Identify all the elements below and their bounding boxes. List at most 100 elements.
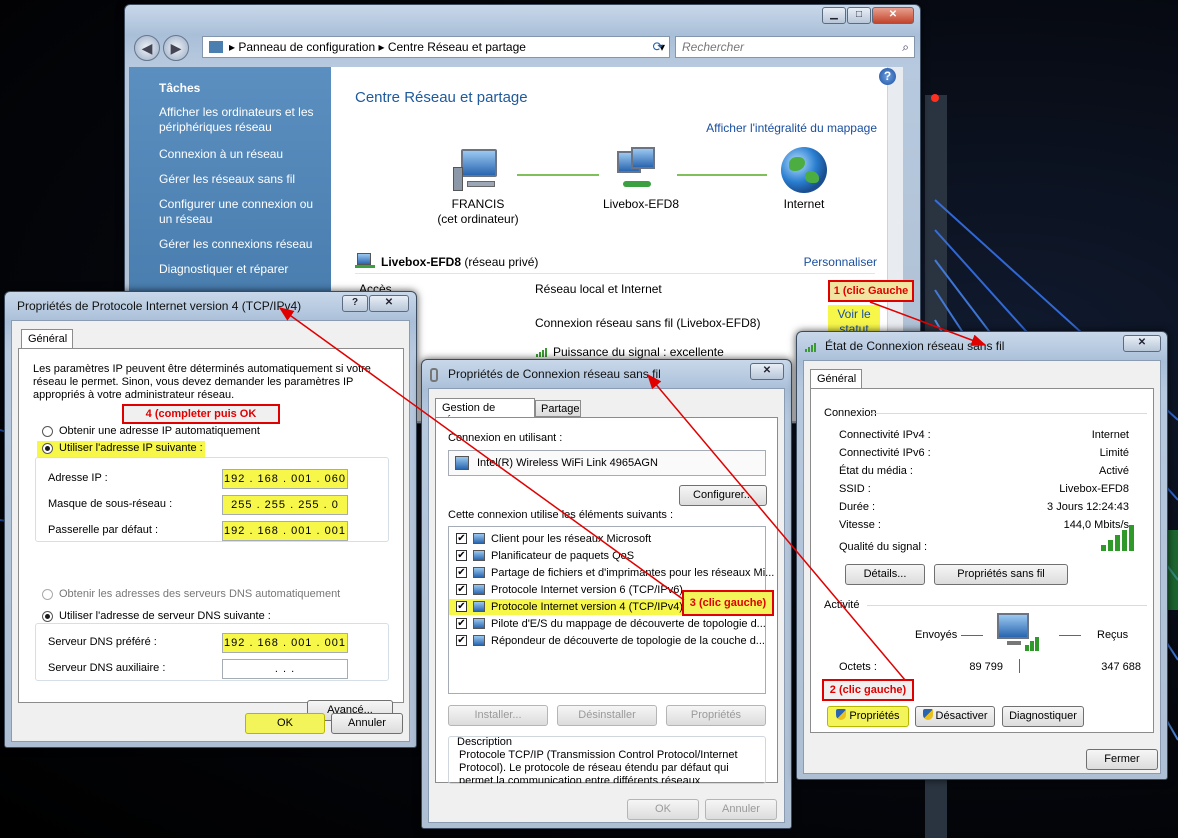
breadcrumb-network-center[interactable]: Centre Réseau et partage (388, 40, 526, 54)
close-button[interactable]: ✕ (872, 7, 914, 24)
auto-ip-radio[interactable] (42, 426, 53, 437)
close-button[interactable]: ✕ (750, 363, 784, 380)
component-icon (473, 550, 485, 561)
wireless-properties-button[interactable]: Propriétés sans fil (934, 564, 1068, 585)
network-name: Livebox-EFD8 (381, 255, 462, 269)
component-checkbox[interactable]: ✔ (456, 550, 467, 561)
task-manage-wireless[interactable]: Gérer les réseaux sans fil (159, 172, 295, 186)
manual-dns-label[interactable]: Utiliser l'adresse de serveur DNS suivan… (59, 610, 271, 622)
component-icon (473, 567, 485, 578)
tab-network[interactable]: Gestion de réseau (435, 398, 535, 426)
maximize-button[interactable]: □ (847, 7, 871, 24)
component-checkbox[interactable]: ✔ (456, 567, 467, 578)
dns1-field[interactable]: 192 . 168 . 001 . 001 (222, 633, 348, 653)
subnet-mask-field[interactable]: 255 . 255 . 255 . 0 (222, 495, 348, 515)
status-row-label: Connectivité IPv6 : (839, 447, 931, 459)
help-button[interactable]: ? (342, 295, 368, 312)
back-arrow-icon[interactable]: ◀ (134, 35, 160, 61)
adapter-box: Intel(R) Wireless WiFi Link 4965AGN (448, 450, 766, 476)
help-icon[interactable]: ? (879, 68, 896, 85)
properties-button[interactable]: Propriétés (827, 706, 909, 727)
connection-line (517, 174, 599, 176)
cancel-button[interactable]: Annuler (331, 713, 403, 734)
search-input[interactable]: Rechercher ⌕ (675, 36, 915, 58)
auto-ip-label[interactable]: Obtenir une adresse IP automatiquement (59, 425, 260, 437)
properties-button[interactable]: Propriétés (666, 705, 766, 726)
breadcrumb-separator: ▸ (229, 40, 239, 54)
gateway-label: Passerelle par défaut : (48, 524, 159, 536)
received-label: Reçus (1097, 629, 1129, 641)
tab-panel: Les paramètres IP peuvent être déterminé… (18, 348, 404, 721)
install-button[interactable]: Installer... (448, 705, 548, 726)
dns-group: Serveur DNS préféré : 192 . 168 . 001 . … (35, 623, 389, 681)
task-show-computers[interactable]: Afficher les ordinateurs et les périphér… (159, 105, 324, 135)
dns2-field[interactable]: . . . (222, 659, 348, 679)
router-icon[interactable] (613, 147, 663, 191)
component-checkbox[interactable]: ✔ (456, 618, 467, 629)
task-diagnose[interactable]: Diagnostiquer et réparer (159, 262, 288, 276)
signal-bars-icon (805, 342, 819, 352)
dns2-label: Serveur DNS auxiliaire : (48, 662, 166, 674)
divider (867, 605, 1147, 606)
details-button[interactable]: Détails... (845, 564, 925, 585)
close-dialog-button[interactable]: Fermer (1086, 749, 1158, 770)
task-connect[interactable]: Connexion à un réseau (159, 147, 283, 161)
component-checkbox[interactable]: ✔ (456, 584, 467, 595)
full-map-link[interactable]: Afficher l'intégralité du mappage (706, 121, 877, 135)
uninstall-button[interactable]: Désinstaller (557, 705, 657, 726)
component-item[interactable]: ✔ Pilote d'E/S du mappage de découverte d… (449, 616, 766, 632)
status-row-value: Livebox-EFD8 (1059, 483, 1129, 495)
component-label: Client pour les réseaux Microsoft (491, 533, 652, 545)
manual-dns-radio[interactable] (42, 611, 53, 622)
component-checkbox[interactable]: ✔ (456, 533, 467, 544)
dialog-body: Général Connexion Connectivité IPv4 : Int… (803, 360, 1161, 774)
minimize-button[interactable]: ▁ (822, 7, 846, 24)
globe-icon[interactable] (781, 147, 827, 193)
configure-button[interactable]: Configurer... (679, 485, 767, 506)
ok-button[interactable]: OK (245, 713, 325, 734)
component-item[interactable]: ✔ Planificateur de paquets QoS (449, 548, 765, 564)
tab-general[interactable]: Général (21, 329, 73, 349)
description-group: Description Protocole TCP/IP (Transmissi… (448, 736, 766, 784)
address-bar[interactable]: ▸ Panneau de configuration ▸ Centre Rése… (202, 36, 670, 58)
manual-ip-label[interactable]: Utiliser l'adresse IP suivante : (59, 442, 203, 454)
component-item[interactable]: ✔ Répondeur de découverte de topologie de… (449, 633, 765, 649)
disable-button[interactable]: Désactiver (915, 706, 995, 727)
ip-address-field[interactable]: 192 . 168 . 001 . 060 (222, 469, 348, 489)
breadcrumb-control-panel[interactable]: Panneau de configuration (238, 40, 375, 54)
internet-label: Internet (783, 197, 825, 211)
component-icon (473, 533, 485, 544)
status-row-value: Activé (1099, 465, 1129, 477)
tab-general[interactable]: Général (810, 369, 862, 389)
ok-button[interactable]: OK (627, 799, 699, 820)
close-button[interactable]: ✕ (369, 295, 409, 312)
shield-icon (922, 709, 933, 720)
sent-line (961, 635, 983, 636)
manual-ip-radio[interactable] (42, 443, 53, 454)
diagnose-button[interactable]: Diagnostiquer (1002, 706, 1084, 727)
component-item[interactable]: ✔ Client pour les réseaux Microsoft (449, 531, 765, 547)
component-item[interactable]: ✔ Partage de fichiers et d'imprimantes po… (449, 565, 774, 581)
auto-dns-label[interactable]: Obtenir les adresses des serveurs DNS au… (59, 588, 340, 600)
component-label: Planificateur de paquets QoS (491, 550, 635, 562)
shield-icon (836, 709, 847, 720)
close-button[interactable]: ✕ (1123, 335, 1161, 352)
task-configure-connection[interactable]: Configurer une connexion ou un réseau (159, 197, 324, 227)
task-manage-connections[interactable]: Gérer les connexions réseau (159, 237, 312, 251)
forward-arrow-icon[interactable]: ▶ (163, 35, 189, 61)
ip-group: Adresse IP : 192 . 168 . 001 . 060 Masqu… (35, 457, 389, 542)
component-checkbox[interactable]: ✔ (456, 635, 467, 646)
gateway-field[interactable]: 192 . 168 . 001 . 001 (222, 521, 348, 541)
customize-link[interactable]: Personnaliser (804, 255, 877, 269)
tab-sharing[interactable]: Partage (535, 400, 581, 417)
connection-line (677, 174, 767, 176)
refresh-icon[interactable]: ⟳ (648, 38, 668, 56)
search-icon[interactable]: ⌕ (902, 37, 909, 57)
component-icon (473, 584, 485, 595)
auto-dns-radio[interactable] (42, 589, 53, 600)
network-computers-icon (997, 613, 1043, 659)
component-checkbox[interactable]: ✔ (456, 601, 467, 612)
computer-icon[interactable] (453, 147, 503, 191)
received-line (1059, 635, 1081, 636)
cancel-button[interactable]: Annuler (705, 799, 777, 820)
